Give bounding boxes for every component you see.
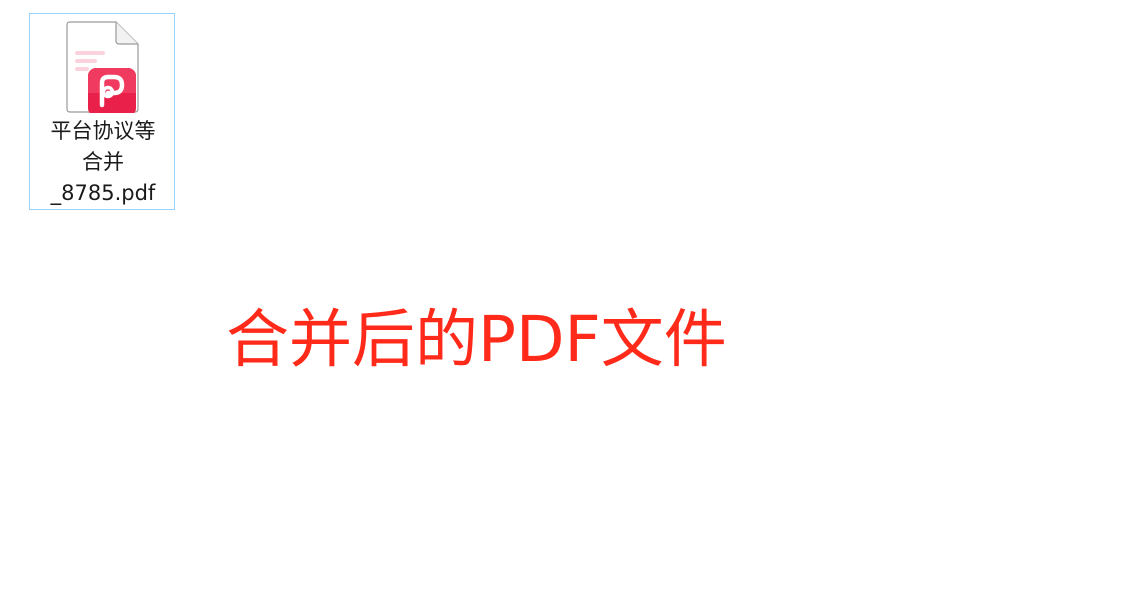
file-item-pdf[interactable]: 平台协议等 合并 _8785.pdf [29, 13, 175, 210]
file-name-line: 平台协议等 [50, 119, 156, 143]
desktop: 平台协议等 合并 _8785.pdf 合并后的PDF文件 [0, 0, 1136, 592]
file-name-line: 合并 [82, 150, 124, 174]
file-name-line: _8785.pdf [50, 181, 156, 205]
pdf-file-icon [66, 21, 139, 113]
file-name-label: 平台协议等 合并 _8785.pdf [30, 116, 176, 209]
annotation-caption: 合并后的PDF文件 [226, 303, 727, 376]
